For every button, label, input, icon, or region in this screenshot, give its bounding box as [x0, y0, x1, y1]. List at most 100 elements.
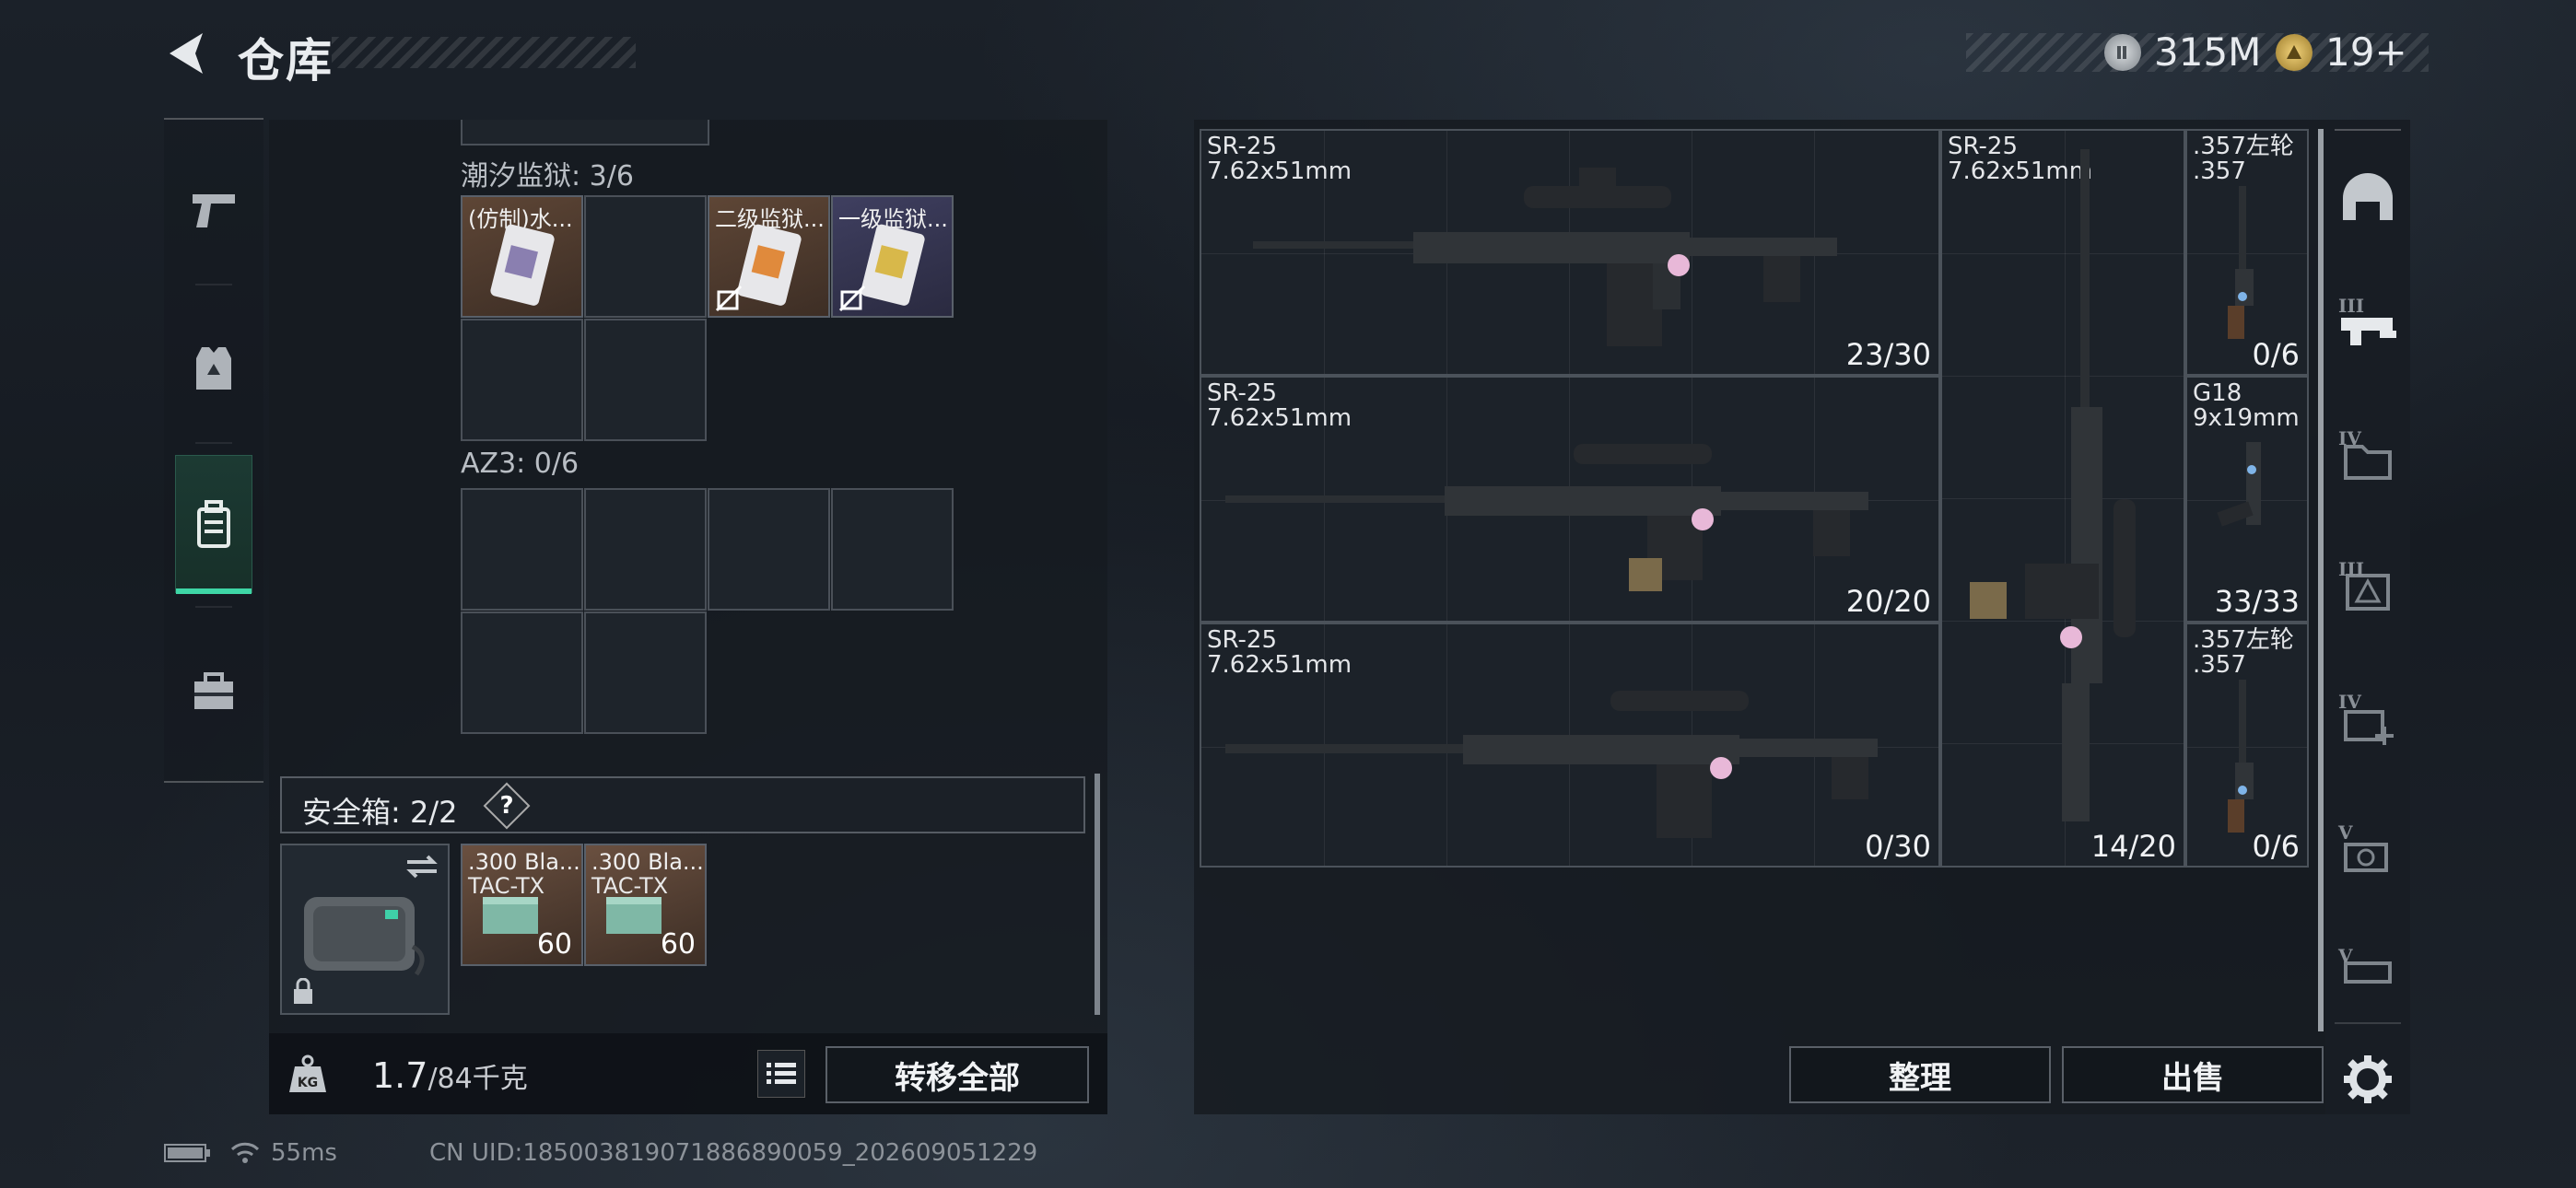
item-tile[interactable]: .300 Bla... TAC-TX 60	[461, 844, 583, 966]
weight-value: 1.7/84千克	[372, 1055, 528, 1096]
nav-weapons[interactable]	[164, 136, 263, 284]
pistol-icon	[193, 194, 235, 227]
revolver-image	[2228, 186, 2254, 339]
weapon-tile[interactable]: SR-25 7.62x51mm 23/30	[1200, 129, 1940, 376]
weight-current: 1.7	[372, 1055, 428, 1096]
revolver-image	[2228, 680, 2254, 833]
grid-cell[interactable]	[461, 488, 583, 611]
list-view-button[interactable]	[757, 1050, 805, 1098]
help-button[interactable]: ?	[483, 782, 531, 830]
weight-bar: KG 1.7/84千克 转移全部	[269, 1033, 1107, 1114]
weapon-tile[interactable]: SR-25 7.62x51mm 14/20	[1940, 129, 2185, 868]
status-bar: 55ms CN UID:185003819071886890059_202609…	[164, 1136, 1037, 1170]
keycard-icon	[737, 224, 802, 306]
settings-button[interactable]	[2335, 1041, 2401, 1118]
grid-cell[interactable]	[461, 611, 583, 734]
silver-currency[interactable]: 315M	[2104, 29, 2261, 75]
ammo-box-icon	[483, 897, 538, 934]
back-button[interactable]	[162, 28, 210, 79]
transfer-all-button[interactable]: 转移全部	[825, 1046, 1089, 1103]
item-tile[interactable]: (仿制)水...	[461, 195, 583, 318]
tier-label: IV	[2338, 427, 2361, 449]
keycard-icon	[490, 224, 555, 306]
container-label: 潮汐监狱: 3/6	[461, 160, 634, 192]
safebox-icon	[304, 897, 425, 976]
ammo-count: 0/6	[2252, 337, 2301, 372]
weapon-tile[interactable]: .357左轮 .357 0/6	[2185, 623, 2309, 868]
ping-value: 55ms	[271, 1139, 337, 1167]
backpack-icon	[197, 500, 230, 548]
user-uid: CN UID:185003819071886890059_20260905122…	[428, 1139, 1038, 1167]
category-nav	[164, 118, 263, 783]
nav-toolbox[interactable]	[164, 617, 263, 764]
weapon-name: G18 9x19mm	[2193, 379, 2300, 432]
silver-amount: 315M	[2154, 29, 2262, 75]
grid-cell[interactable]	[584, 611, 707, 734]
ammo-count: 20/20	[1845, 584, 1931, 619]
ammo-box-icon	[606, 897, 662, 934]
weapon-tile[interactable]: G18 9x19mm 33/33	[2185, 376, 2309, 623]
ammo-count: 0/6	[2252, 829, 2301, 864]
item-tile[interactable]: 一级监狱...	[831, 195, 954, 318]
helmet-icon	[2343, 173, 2393, 220]
weight-kg-icon: KG	[289, 1054, 326, 1092]
gold-currency[interactable]: 19+	[2276, 29, 2407, 75]
back-arrow-icon	[170, 33, 203, 74]
rail-vehicle-parts[interactable]: V	[2335, 945, 2401, 991]
nav-backpack[interactable]	[175, 455, 252, 594]
item-name: .300 Bla...	[591, 849, 704, 875]
scrollbar[interactable]	[2318, 129, 2324, 1031]
silver-coin-icon	[2104, 33, 2141, 71]
scrollbar[interactable]	[1095, 774, 1100, 1015]
rail-documents[interactable]: IV	[2335, 427, 2401, 494]
sniper-rifle-image	[1225, 444, 1868, 591]
tier-label: IV	[2338, 691, 2361, 713]
swap-icon	[406, 855, 438, 879]
gold-amount: 19+	[2325, 29, 2407, 75]
grid-cell[interactable]	[584, 195, 707, 318]
weapon-tile[interactable]: SR-25 7.62x51mm 20/20	[1200, 376, 1940, 623]
rail-warnings[interactable]: III	[2335, 558, 2401, 624]
no-transfer-icon	[715, 285, 743, 312]
list-icon	[767, 1063, 796, 1084]
weapon-tile[interactable]: .357左轮 .357 0/6	[2185, 129, 2309, 376]
item-name: .300 Bla...	[468, 849, 580, 875]
ammo-count: 0/30	[1865, 829, 1931, 864]
svg-text:KG: KG	[298, 1076, 318, 1090]
sort-button[interactable]: 整理	[1789, 1046, 2051, 1103]
grid-cell[interactable]	[708, 488, 830, 611]
rail-helmet[interactable]	[2335, 164, 2401, 230]
grid-cell[interactable]	[584, 488, 707, 611]
rail-electronics[interactable]: V	[2335, 821, 2401, 888]
rail-medical[interactable]: IV	[2335, 691, 2401, 757]
armor-vest-icon	[196, 347, 231, 390]
lock-icon	[294, 978, 312, 1004]
no-transfer-icon	[838, 285, 866, 312]
settings-gear-icon	[2344, 1055, 2392, 1103]
nav-armor[interactable]	[164, 295, 263, 442]
stash-category-rail: III IV III IV V V	[2325, 120, 2410, 1114]
page-title: 仓库	[238, 34, 334, 87]
safebox-header: 安全箱: 2/2 ?	[280, 776, 1085, 833]
item-tile[interactable]: .300 Bla... TAC-TX 60	[584, 844, 707, 966]
tier-label: III	[2338, 558, 2365, 580]
sell-button[interactable]: 出售	[2062, 1046, 2324, 1103]
weapon-tile[interactable]: SR-25 7.62x51mm 0/30	[1200, 623, 1940, 868]
title-decoration	[332, 37, 636, 68]
weapon-name: .357左轮 .357	[2193, 133, 2294, 185]
grid-cell[interactable]	[831, 488, 954, 611]
item-quantity: 60	[660, 928, 696, 961]
ammo-count: 23/30	[1845, 337, 1931, 372]
toolbox-icon	[194, 672, 233, 709]
grid-cell[interactable]	[461, 319, 583, 441]
pistol-image	[2217, 442, 2261, 527]
help-icon: ?	[499, 792, 514, 820]
safebox-card[interactable]	[280, 844, 450, 1015]
rail-attachments[interactable]: III	[2335, 295, 2401, 361]
wifi-icon	[230, 1142, 260, 1163]
sniper-rifle-image	[1225, 691, 1878, 838]
grid-cell[interactable]	[584, 319, 707, 441]
keycard-icon	[861, 224, 925, 306]
item-tile[interactable]: 二级监狱...	[708, 195, 830, 318]
previous-container-slots	[461, 120, 709, 146]
